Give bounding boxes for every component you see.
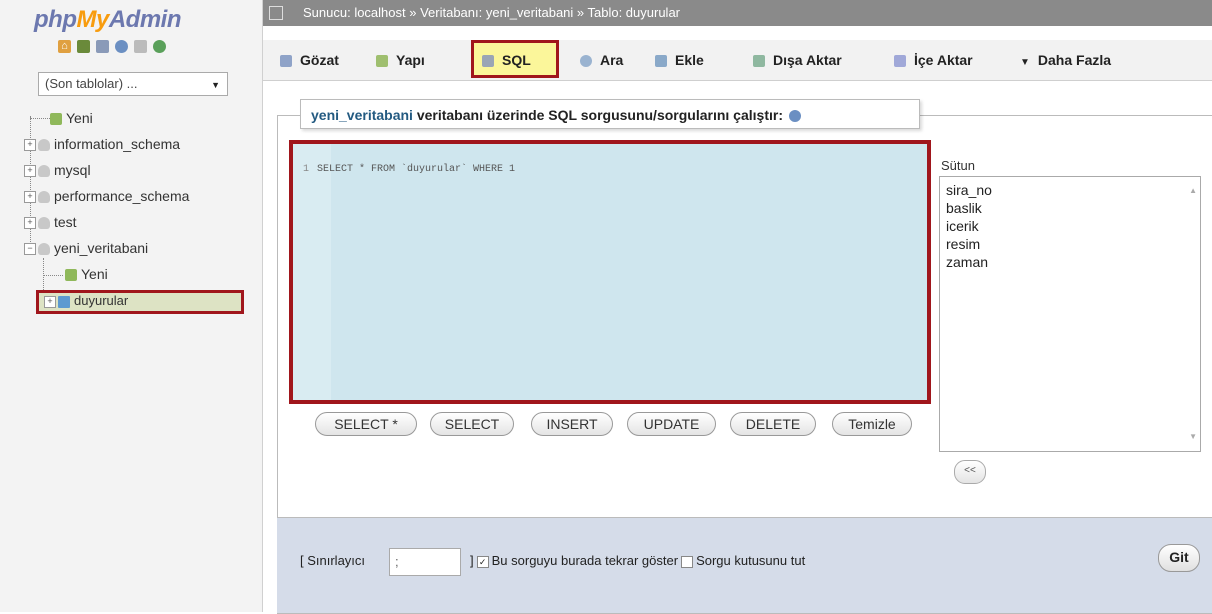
scroll-up-icon[interactable]: ▲ <box>1189 182 1197 200</box>
sql-code[interactable]: 1 SELECT * FROM `duyurular` WHERE 1 <box>303 164 515 175</box>
collapse-nav-icon[interactable] <box>269 6 283 20</box>
expand-icon[interactable]: + <box>24 217 36 230</box>
tree-item-new-db[interactable]: Yeni <box>50 107 93 129</box>
table-icon <box>58 295 70 308</box>
tab-export[interactable]: Dışa Aktar <box>753 47 842 73</box>
expand-icon[interactable]: + <box>44 295 56 308</box>
database-icon <box>38 165 50 178</box>
delete-button[interactable]: DELETE <box>730 412 816 436</box>
tab-insert[interactable]: Ekle <box>655 47 704 73</box>
column-option[interactable]: sira_no <box>946 181 1194 199</box>
export-icon <box>753 55 765 68</box>
scroll-down-icon[interactable]: ▼ <box>1189 428 1197 446</box>
query-options: ] ✓ Bu sorguyu burada tekrar göster Sorgu k… <box>470 553 806 568</box>
select-all-button[interactable]: SELECT * <box>315 412 417 436</box>
delimiter-label: [ Sınırlayıcı <box>300 553 366 568</box>
tab-sql[interactable]: SQL <box>482 47 531 73</box>
navigation-panel: phpMyAdmin ⌂ (Son tablolar) ... ▼ Yeni + i… <box>0 0 263 612</box>
recent-tables-select[interactable]: (Son tablolar) ... ▼ <box>38 72 228 96</box>
column-option[interactable]: baslik <box>946 199 1194 217</box>
insert-button[interactable]: INSERT <box>531 412 613 436</box>
columns-label: Sütun <box>941 158 975 173</box>
settings-icon[interactable] <box>134 40 147 53</box>
expand-icon[interactable]: + <box>24 139 36 152</box>
tab-more[interactable]: ▼ Daha Fazla <box>1020 47 1111 73</box>
chevron-down-icon: ▼ <box>1020 57 1030 68</box>
query-legend: yeni_veritabani veritabanı üzerinde SQL … <box>300 99 920 129</box>
home-icon[interactable]: ⌂ <box>58 40 71 53</box>
help-icon[interactable] <box>788 110 801 123</box>
phpmyadmin-logo[interactable]: phpMyAdmin <box>34 6 182 34</box>
breadcrumb-bar: Sunucu: localhost » Veritabanı: yeni_ver… <box>263 0 1212 26</box>
listbox-scrollbar[interactable]: ▲ ▼ <box>1187 178 1199 450</box>
query-window-icon[interactable] <box>96 40 109 53</box>
tree-line <box>30 118 50 119</box>
update-button[interactable]: UPDATE <box>627 412 716 436</box>
insert-column-button[interactable]: << <box>954 460 986 484</box>
expand-icon[interactable]: + <box>24 191 36 204</box>
tree-item-yeni-veritabani[interactable]: − yeni_veritabani <box>24 237 148 259</box>
database-icon <box>38 139 50 152</box>
columns-listbox[interactable]: sira_no baslik icerik resim zaman ▲ ▼ <box>939 176 1201 452</box>
tree-line <box>43 275 63 276</box>
show-again-label: Bu sorguyu burada tekrar göster <box>491 553 679 568</box>
new-table-icon <box>65 269 77 282</box>
reload-icon[interactable] <box>153 40 166 53</box>
tree-item-performance-schema[interactable]: + performance_schema <box>24 185 189 207</box>
search-icon <box>580 55 592 68</box>
go-button[interactable]: Git <box>1158 544 1200 572</box>
column-option[interactable]: icerik <box>946 217 1194 235</box>
insert-icon <box>655 55 667 68</box>
sql-editor[interactable]: 1 SELECT * FROM `duyurular` WHERE 1 <box>289 140 931 404</box>
tree-item-new-table[interactable]: Yeni <box>65 263 108 285</box>
tab-bar-right: SQL Ara Ekle Dışa Aktar İçe Aktar ▼ Daha … <box>263 40 1212 80</box>
keep-box-label: Sorgu kutusunu tut <box>696 553 806 568</box>
show-again-checkbox[interactable]: ✓ <box>476 555 489 568</box>
tree-item-duyurular[interactable]: + duyurular <box>44 290 128 312</box>
docs-icon[interactable] <box>115 40 128 53</box>
expand-icon[interactable]: + <box>24 165 36 178</box>
new-icon <box>50 113 62 126</box>
clear-button[interactable]: Temizle <box>832 412 912 436</box>
nav-icon-bar: ⌂ <box>58 40 166 53</box>
database-icon <box>38 243 50 256</box>
select-button[interactable]: SELECT <box>430 412 514 436</box>
delimiter-input[interactable]: ; <box>389 548 461 576</box>
database-icon <box>38 217 50 230</box>
import-icon <box>894 55 906 68</box>
dropdown-caret-icon: ▼ <box>211 80 220 90</box>
column-option[interactable]: resim <box>946 235 1194 253</box>
database-icon <box>38 191 50 204</box>
logout-icon[interactable] <box>77 40 90 53</box>
tab-import[interactable]: İçe Aktar <box>894 47 973 73</box>
keep-box-checkbox[interactable] <box>681 555 694 568</box>
sql-icon <box>482 55 494 68</box>
line-gutter <box>293 144 331 400</box>
tree-item-information-schema[interactable]: + information_schema <box>24 133 180 155</box>
tree-item-test[interactable]: + test <box>24 211 77 233</box>
column-option[interactable]: zaman <box>946 253 1194 271</box>
tab-search[interactable]: Ara <box>580 47 623 73</box>
breadcrumb[interactable]: Sunucu: localhost » Veritabanı: yeni_ver… <box>303 5 680 20</box>
collapse-icon[interactable]: − <box>24 243 36 256</box>
tree-item-mysql[interactable]: + mysql <box>24 159 91 181</box>
